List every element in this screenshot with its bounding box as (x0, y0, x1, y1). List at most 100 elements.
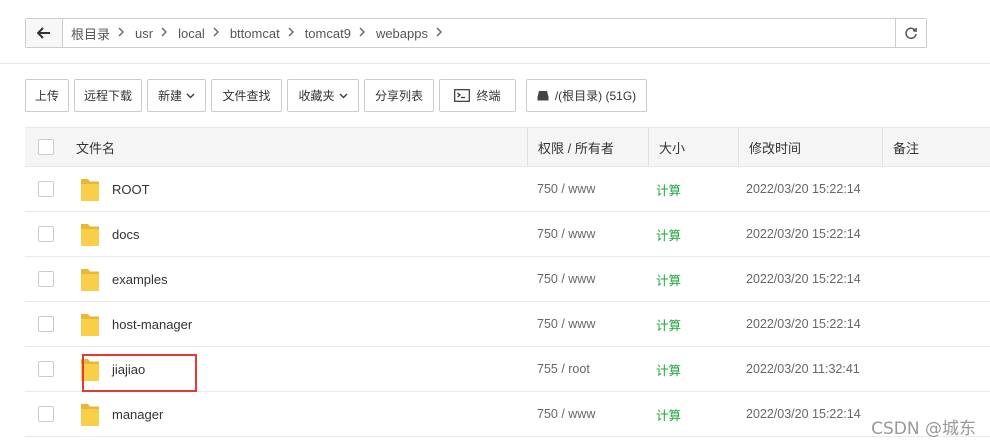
breadcrumb-label: local (178, 25, 205, 41)
table-row-docs[interactable]: docs 750 / www 计算 2022/03/20 15:22:14 (25, 212, 990, 257)
file-name[interactable]: jiajiao (112, 362, 145, 377)
folder-cell (80, 257, 100, 301)
permission-cell[interactable]: 750 / www (537, 392, 595, 436)
file-name[interactable]: docs (112, 227, 139, 242)
file-search-label: 文件查找 (222, 89, 271, 103)
permission-cell[interactable]: 750 / www (537, 302, 595, 346)
permission-owner[interactable]: 750 / www (537, 272, 595, 286)
permission-owner[interactable]: 750 / www (537, 317, 595, 331)
favorites-dropdown-button[interactable]: 收藏夹 (287, 79, 359, 112)
breadcrumb-item-bttomcat[interactable]: bttomcat (228, 26, 303, 41)
calculate-size-link[interactable]: 计算 (656, 315, 681, 334)
permission-owner[interactable]: 750 / www (537, 227, 595, 241)
note-cell[interactable] (892, 212, 990, 256)
size-cell: 计算 (656, 302, 681, 346)
permission-cell[interactable]: 750 / www (537, 167, 595, 211)
file-name-cell[interactable]: examples (112, 257, 168, 301)
refresh-button[interactable] (895, 19, 926, 47)
breadcrumb-item-webapps[interactable]: webapps (374, 26, 451, 41)
breadcrumb-item-root[interactable]: 根目录 (69, 24, 133, 43)
new-dropdown-button[interactable]: 新建 (147, 79, 206, 112)
header-modified-time[interactable]: 修改时间 (738, 128, 883, 166)
remote-download-label: 远程下载 (84, 89, 133, 103)
folder-icon (80, 356, 100, 382)
modified-time: 2022/03/20 11:32:41 (746, 362, 860, 376)
breadcrumb-item-local[interactable]: local (176, 26, 228, 41)
upload-label: 上传 (35, 89, 60, 103)
row-checkbox[interactable] (38, 316, 54, 332)
note-cell[interactable] (892, 302, 990, 346)
path-bar-area: 根目录 usr local bttomcat tomcat9 webapps (0, 0, 990, 64)
new-label: 新建 (158, 89, 183, 103)
calculate-size-link[interactable]: 计算 (656, 225, 681, 244)
table-row-examples[interactable]: examples 750 / www 计算 2022/03/20 15:22:1… (25, 257, 990, 302)
note-cell[interactable] (892, 347, 990, 391)
permission-cell[interactable]: 750 / www (537, 257, 595, 301)
file-name-cell[interactable]: host-manager (112, 302, 192, 346)
table-row-manager[interactable]: manager 750 / www 计算 2022/03/20 15:22:14 (25, 392, 990, 437)
table-row-ROOT[interactable]: ROOT 750 / www 计算 2022/03/20 15:22:14 (25, 167, 990, 212)
header-note[interactable]: 备注 (882, 128, 990, 166)
breadcrumb-label: usr (135, 25, 154, 41)
path-bar: 根目录 usr local bttomcat tomcat9 webapps (25, 18, 927, 48)
upload-button[interactable]: 上传 (25, 79, 69, 112)
disk-button[interactable]: /(根目录) (51G) (526, 79, 647, 112)
row-checkbox[interactable] (38, 181, 54, 197)
table-body: ROOT 750 / www 计算 2022/03/20 15:22:14 do… (25, 167, 990, 437)
header-permission[interactable]: 权限 / 所有者 (527, 128, 649, 166)
select-all-checkbox[interactable] (38, 139, 54, 155)
permission-owner[interactable]: 750 / www (537, 407, 595, 421)
file-name-cell[interactable]: docs (112, 212, 139, 256)
permission-owner[interactable]: 750 / www (537, 182, 595, 196)
header-permission-label: 权限 / 所有者 (538, 140, 614, 156)
size-cell: 计算 (656, 167, 681, 211)
file-name[interactable]: host-manager (112, 317, 192, 332)
file-search-button[interactable]: 文件查找 (211, 79, 282, 112)
row-checkbox[interactable] (38, 361, 54, 377)
file-name[interactable]: manager (112, 407, 163, 422)
file-name-cell[interactable]: manager (112, 392, 163, 436)
disk-label: /(根目录) (51G) (554, 89, 637, 103)
breadcrumb-label: bttomcat (229, 25, 280, 41)
breadcrumb-item-usr[interactable]: usr (133, 26, 176, 41)
favorites-label: 收藏夹 (298, 89, 335, 103)
terminal-button[interactable]: 终端 (439, 79, 516, 112)
row-checkbox[interactable] (38, 226, 54, 242)
modified-time-cell: 2022/03/20 15:22:14 (746, 167, 861, 211)
table-row-host-manager[interactable]: host-manager 750 / www 计算 2022/03/20 15:… (25, 302, 990, 347)
back-button[interactable] (26, 19, 63, 47)
permission-owner[interactable]: 755 / root (537, 362, 590, 376)
file-toolbar: 上传 远程下载 新建 文件查找 收藏夹 分享列表 终端 /(根目录) (51G) (25, 79, 647, 112)
permission-cell[interactable]: 750 / www (537, 212, 595, 256)
file-name-cell[interactable]: ROOT (112, 167, 150, 211)
terminal-icon (454, 89, 471, 102)
file-name[interactable]: examples (112, 272, 168, 287)
breadcrumb-item-tomcat9[interactable]: tomcat9 (303, 26, 374, 41)
folder-icon (80, 266, 100, 292)
calculate-size-link[interactable]: 计算 (656, 405, 681, 424)
row-select-cell (38, 302, 54, 346)
note-cell[interactable] (892, 167, 990, 211)
header-filename[interactable]: 文件名 (76, 128, 115, 166)
row-select-cell (38, 257, 54, 301)
folder-cell (80, 347, 100, 391)
note-cell[interactable] (892, 257, 990, 301)
folder-cell (80, 212, 100, 256)
permission-cell[interactable]: 755 / root (537, 347, 590, 391)
file-name-cell[interactable]: jiajiao (112, 347, 145, 391)
row-select-cell (38, 347, 54, 391)
calculate-size-link[interactable]: 计算 (656, 360, 681, 379)
chevron-right-icon (118, 26, 125, 40)
file-name[interactable]: ROOT (112, 182, 150, 197)
header-size[interactable]: 大小 (648, 128, 739, 166)
calculate-size-link[interactable]: 计算 (656, 180, 681, 199)
share-list-button[interactable]: 分享列表 (364, 79, 434, 112)
folder-icon (80, 221, 100, 247)
row-checkbox[interactable] (38, 406, 54, 422)
calculate-size-link[interactable]: 计算 (656, 270, 681, 289)
remote-download-button[interactable]: 远程下载 (74, 79, 142, 112)
row-checkbox[interactable] (38, 271, 54, 287)
modified-time: 2022/03/20 15:22:14 (746, 407, 861, 421)
table-row-jiajiao[interactable]: jiajiao 755 / root 计算 2022/03/20 11:32:4… (25, 347, 990, 392)
size-cell: 计算 (656, 257, 681, 301)
